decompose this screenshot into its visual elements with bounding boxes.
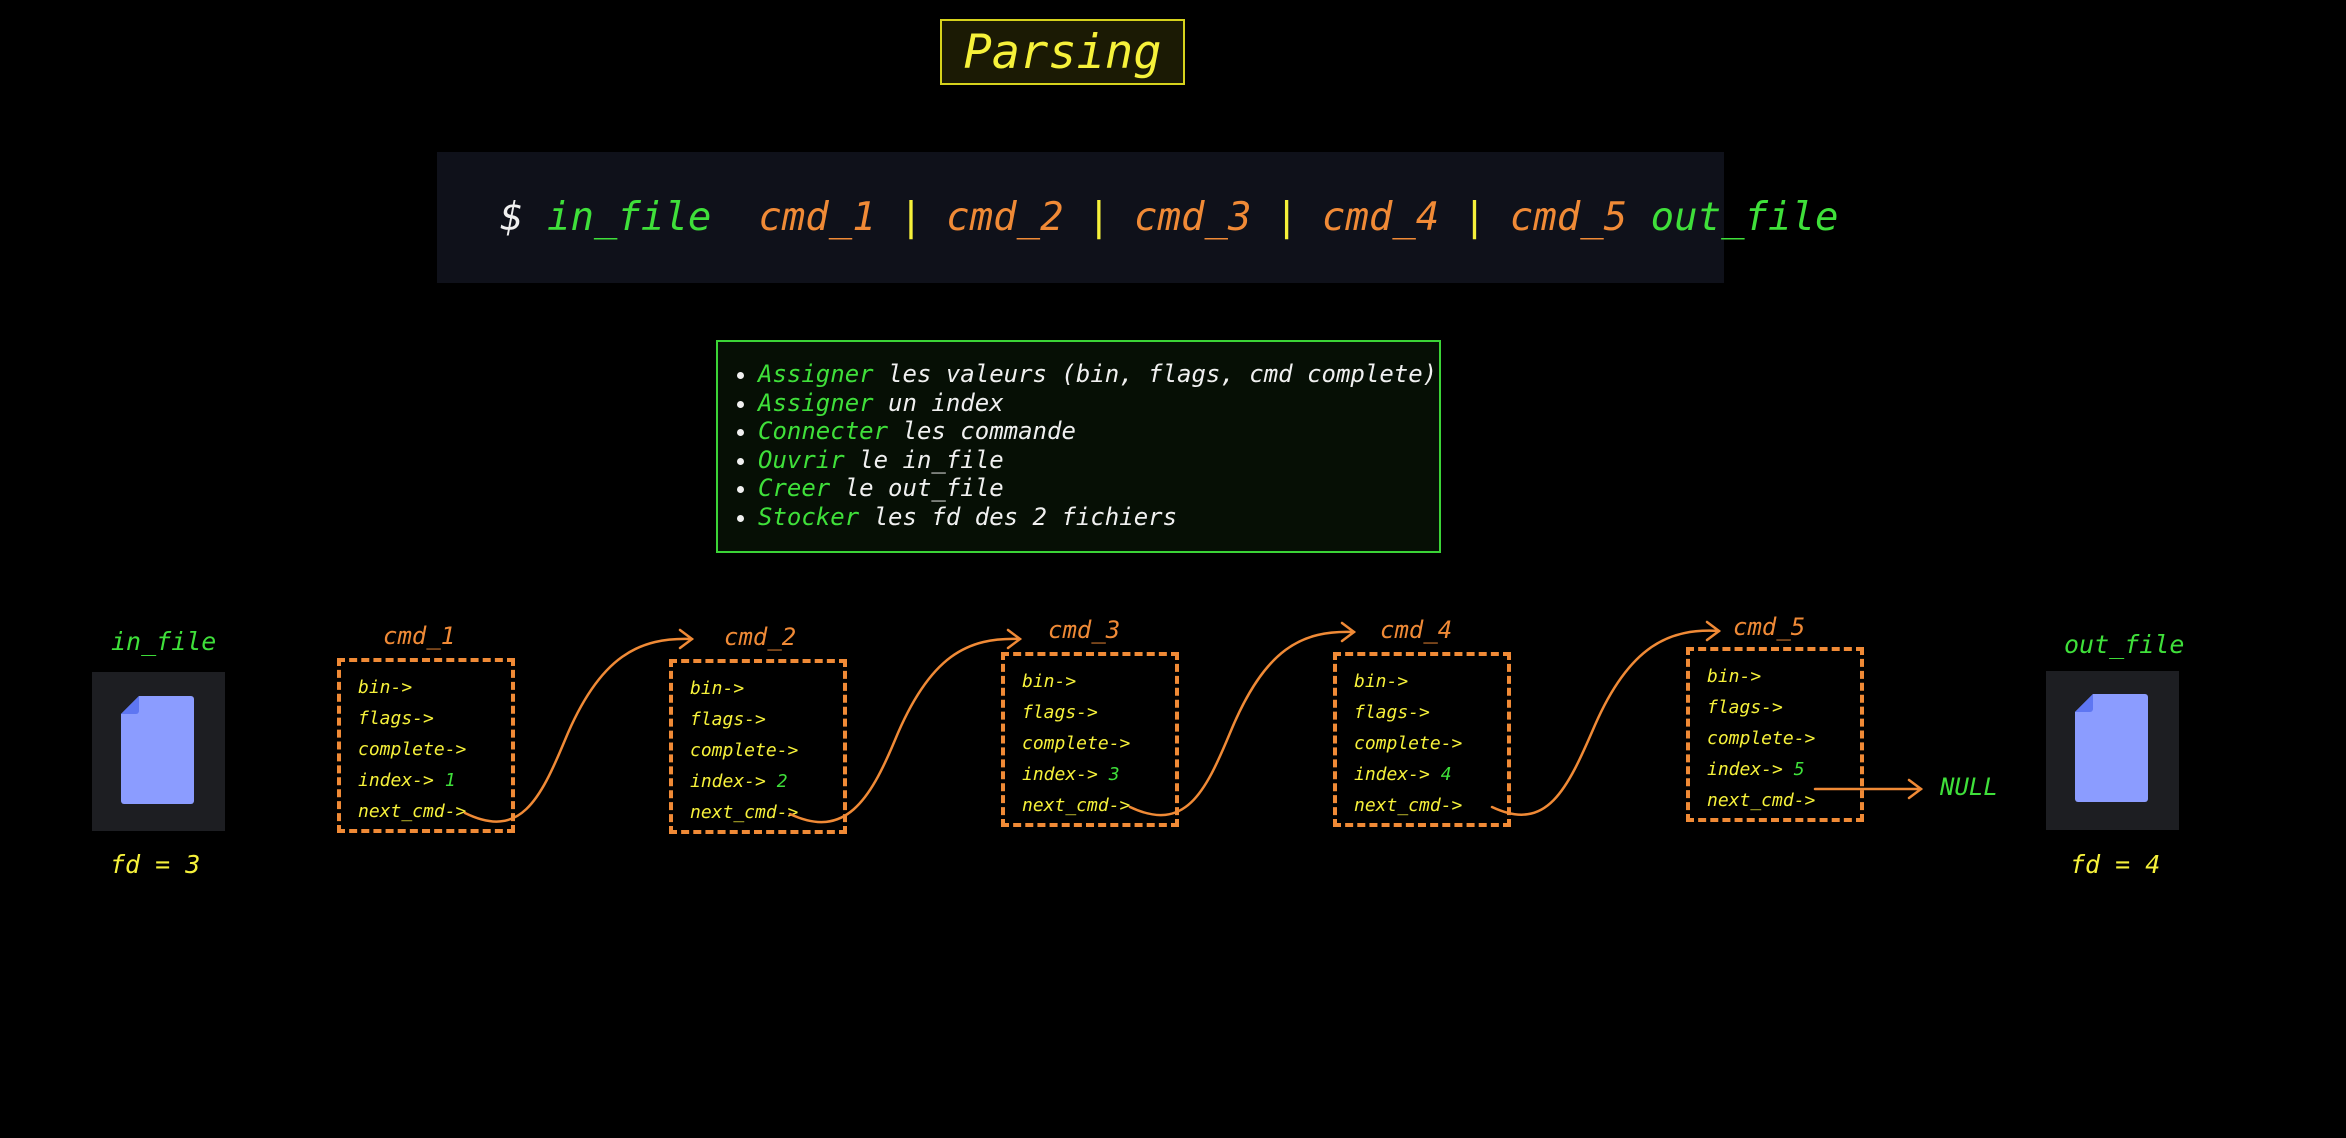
steps-list: Assigner les valeurs (bin, flags, cmd co… xyxy=(740,360,1439,531)
field-complete: complete-> xyxy=(1022,733,1131,754)
node-label-cmd-5: cmd_5 xyxy=(1733,613,1806,641)
field-next: next_cmd-> xyxy=(690,802,799,823)
arrowhead xyxy=(1907,778,1924,800)
page-title: Parsing xyxy=(963,24,1162,80)
cmdline-in-file: in_file xyxy=(546,195,712,240)
index-value: 5 xyxy=(1793,759,1805,780)
step-verb: Connecter xyxy=(758,417,889,445)
field-complete: complete-> xyxy=(358,739,467,760)
field-index: index-> 2 xyxy=(690,766,843,797)
field-index-label: index-> xyxy=(1354,764,1430,785)
in-file-label: in_file xyxy=(111,627,217,656)
arrowhead xyxy=(1340,621,1357,643)
link-arrow-4-5 xyxy=(1490,629,1721,816)
field-index: index-> 1 xyxy=(358,765,511,796)
out-file-tile xyxy=(2046,671,2179,830)
step-text: un index xyxy=(873,388,1004,417)
field-flags: flags-> xyxy=(1022,702,1098,723)
index-value: 1 xyxy=(444,770,456,791)
field-bin: bin-> xyxy=(1354,671,1409,692)
cmdline-cmd-2: cmd_2 xyxy=(946,195,1064,240)
field-next: next_cmd-> xyxy=(1022,795,1131,816)
cmdline-cmd-5: cmd_5 xyxy=(1509,195,1628,240)
cmdline-out-file: out_file xyxy=(1650,195,1839,240)
field-flags: flags-> xyxy=(358,708,434,729)
index-value: 4 xyxy=(1440,764,1452,785)
step-text: les fd des 2 fichiers xyxy=(859,502,1178,531)
step-item: Stocker les fd des 2 fichiers xyxy=(758,503,1439,532)
node-cmd-5: bin-> flags-> complete-> index-> 5 next_… xyxy=(1686,647,1864,822)
in-file-tile xyxy=(92,672,225,831)
field-index-label: index-> xyxy=(1022,764,1098,785)
field-flags: flags-> xyxy=(1707,697,1783,718)
out-file-fd: fd = 4 xyxy=(2070,850,2161,879)
steps-box: Assigner les valeurs (bin, flags, cmd co… xyxy=(716,340,1441,553)
index-value: 3 xyxy=(1108,764,1120,785)
cmdline-pipe: | xyxy=(899,195,923,240)
step-item: Ouvrir le in_file xyxy=(758,446,1439,475)
field-next: next_cmd-> xyxy=(1354,795,1463,816)
command-line: $ in_file cmd_1 | cmd_2 | cmd_3 | cmd_4 … xyxy=(437,152,1838,283)
null-label: NULL xyxy=(1940,773,1998,801)
step-verb: Creer xyxy=(758,474,831,502)
arrowhead xyxy=(678,628,695,650)
node-cmd-4: bin-> flags-> complete-> index-> 4 next_… xyxy=(1333,652,1511,827)
field-index-label: index-> xyxy=(1707,759,1783,780)
prompt-symbol: $ xyxy=(500,195,524,240)
in-file-fd: fd = 3 xyxy=(110,850,201,879)
field-bin: bin-> xyxy=(1022,671,1077,692)
arrowhead xyxy=(1705,620,1722,642)
step-item: Creer le out_file xyxy=(758,474,1439,503)
step-item: Assigner les valeurs (bin, flags, cmd co… xyxy=(758,360,1439,389)
step-text: les valeurs (bin, flags, cmd complete) xyxy=(873,360,1438,388)
node-label-cmd-1: cmd_1 xyxy=(383,622,456,650)
file-icon xyxy=(121,696,194,804)
field-bin: bin-> xyxy=(358,677,413,698)
field-bin: bin-> xyxy=(690,678,745,699)
node-cmd-3: bin-> flags-> complete-> index-> 3 next_… xyxy=(1001,652,1179,827)
file-icon xyxy=(2075,694,2148,802)
field-next: next_cmd-> xyxy=(1707,790,1816,811)
node-cmd-2: bin-> flags-> complete-> index-> 2 next_… xyxy=(669,659,847,834)
step-text: le out_file xyxy=(830,474,1004,502)
index-value: 2 xyxy=(776,771,788,792)
field-next: next_cmd-> xyxy=(358,801,467,822)
node-label-cmd-2: cmd_2 xyxy=(724,623,797,651)
field-flags: flags-> xyxy=(690,709,766,730)
field-flags: flags-> xyxy=(1354,702,1430,723)
node-label-cmd-4: cmd_4 xyxy=(1380,616,1453,644)
cmdline-pipe: | xyxy=(1087,195,1111,240)
field-bin: bin-> xyxy=(1707,666,1762,687)
field-complete: complete-> xyxy=(690,740,799,761)
field-index: index-> 4 xyxy=(1354,759,1507,790)
field-index-label: index-> xyxy=(690,771,766,792)
node-cmd-1: bin-> flags-> complete-> index-> 1 next_… xyxy=(337,658,515,833)
out-file-label: out_file xyxy=(2064,630,2185,659)
cmdline-cmd-1: cmd_1 xyxy=(758,195,876,240)
cmdline-cmd-3: cmd_3 xyxy=(1134,195,1252,240)
step-item: Assigner un index xyxy=(758,389,1439,418)
step-text: les commande xyxy=(888,417,1076,445)
node-label-cmd-3: cmd_3 xyxy=(1048,616,1121,644)
field-complete: complete-> xyxy=(1354,733,1463,754)
cmdline-pipe: | xyxy=(1462,195,1487,240)
step-verb: Stocker xyxy=(758,502,860,531)
field-complete: complete-> xyxy=(1707,728,1816,749)
step-verb: Ouvrir xyxy=(758,445,845,474)
step-verb: Assigner xyxy=(758,360,874,388)
cmdline-cmd-4: cmd_4 xyxy=(1321,195,1440,240)
step-verb: Assigner xyxy=(758,388,874,417)
arrowhead xyxy=(1006,628,1023,650)
field-index: index-> 3 xyxy=(1022,759,1175,790)
field-index: index-> 5 xyxy=(1707,754,1860,785)
title-box: Parsing xyxy=(940,19,1185,85)
step-item: Connecter les commande xyxy=(758,417,1439,446)
step-text: le in_file xyxy=(844,445,1004,474)
cmdline-pipe: | xyxy=(1274,195,1299,240)
field-index-label: index-> xyxy=(358,770,434,791)
